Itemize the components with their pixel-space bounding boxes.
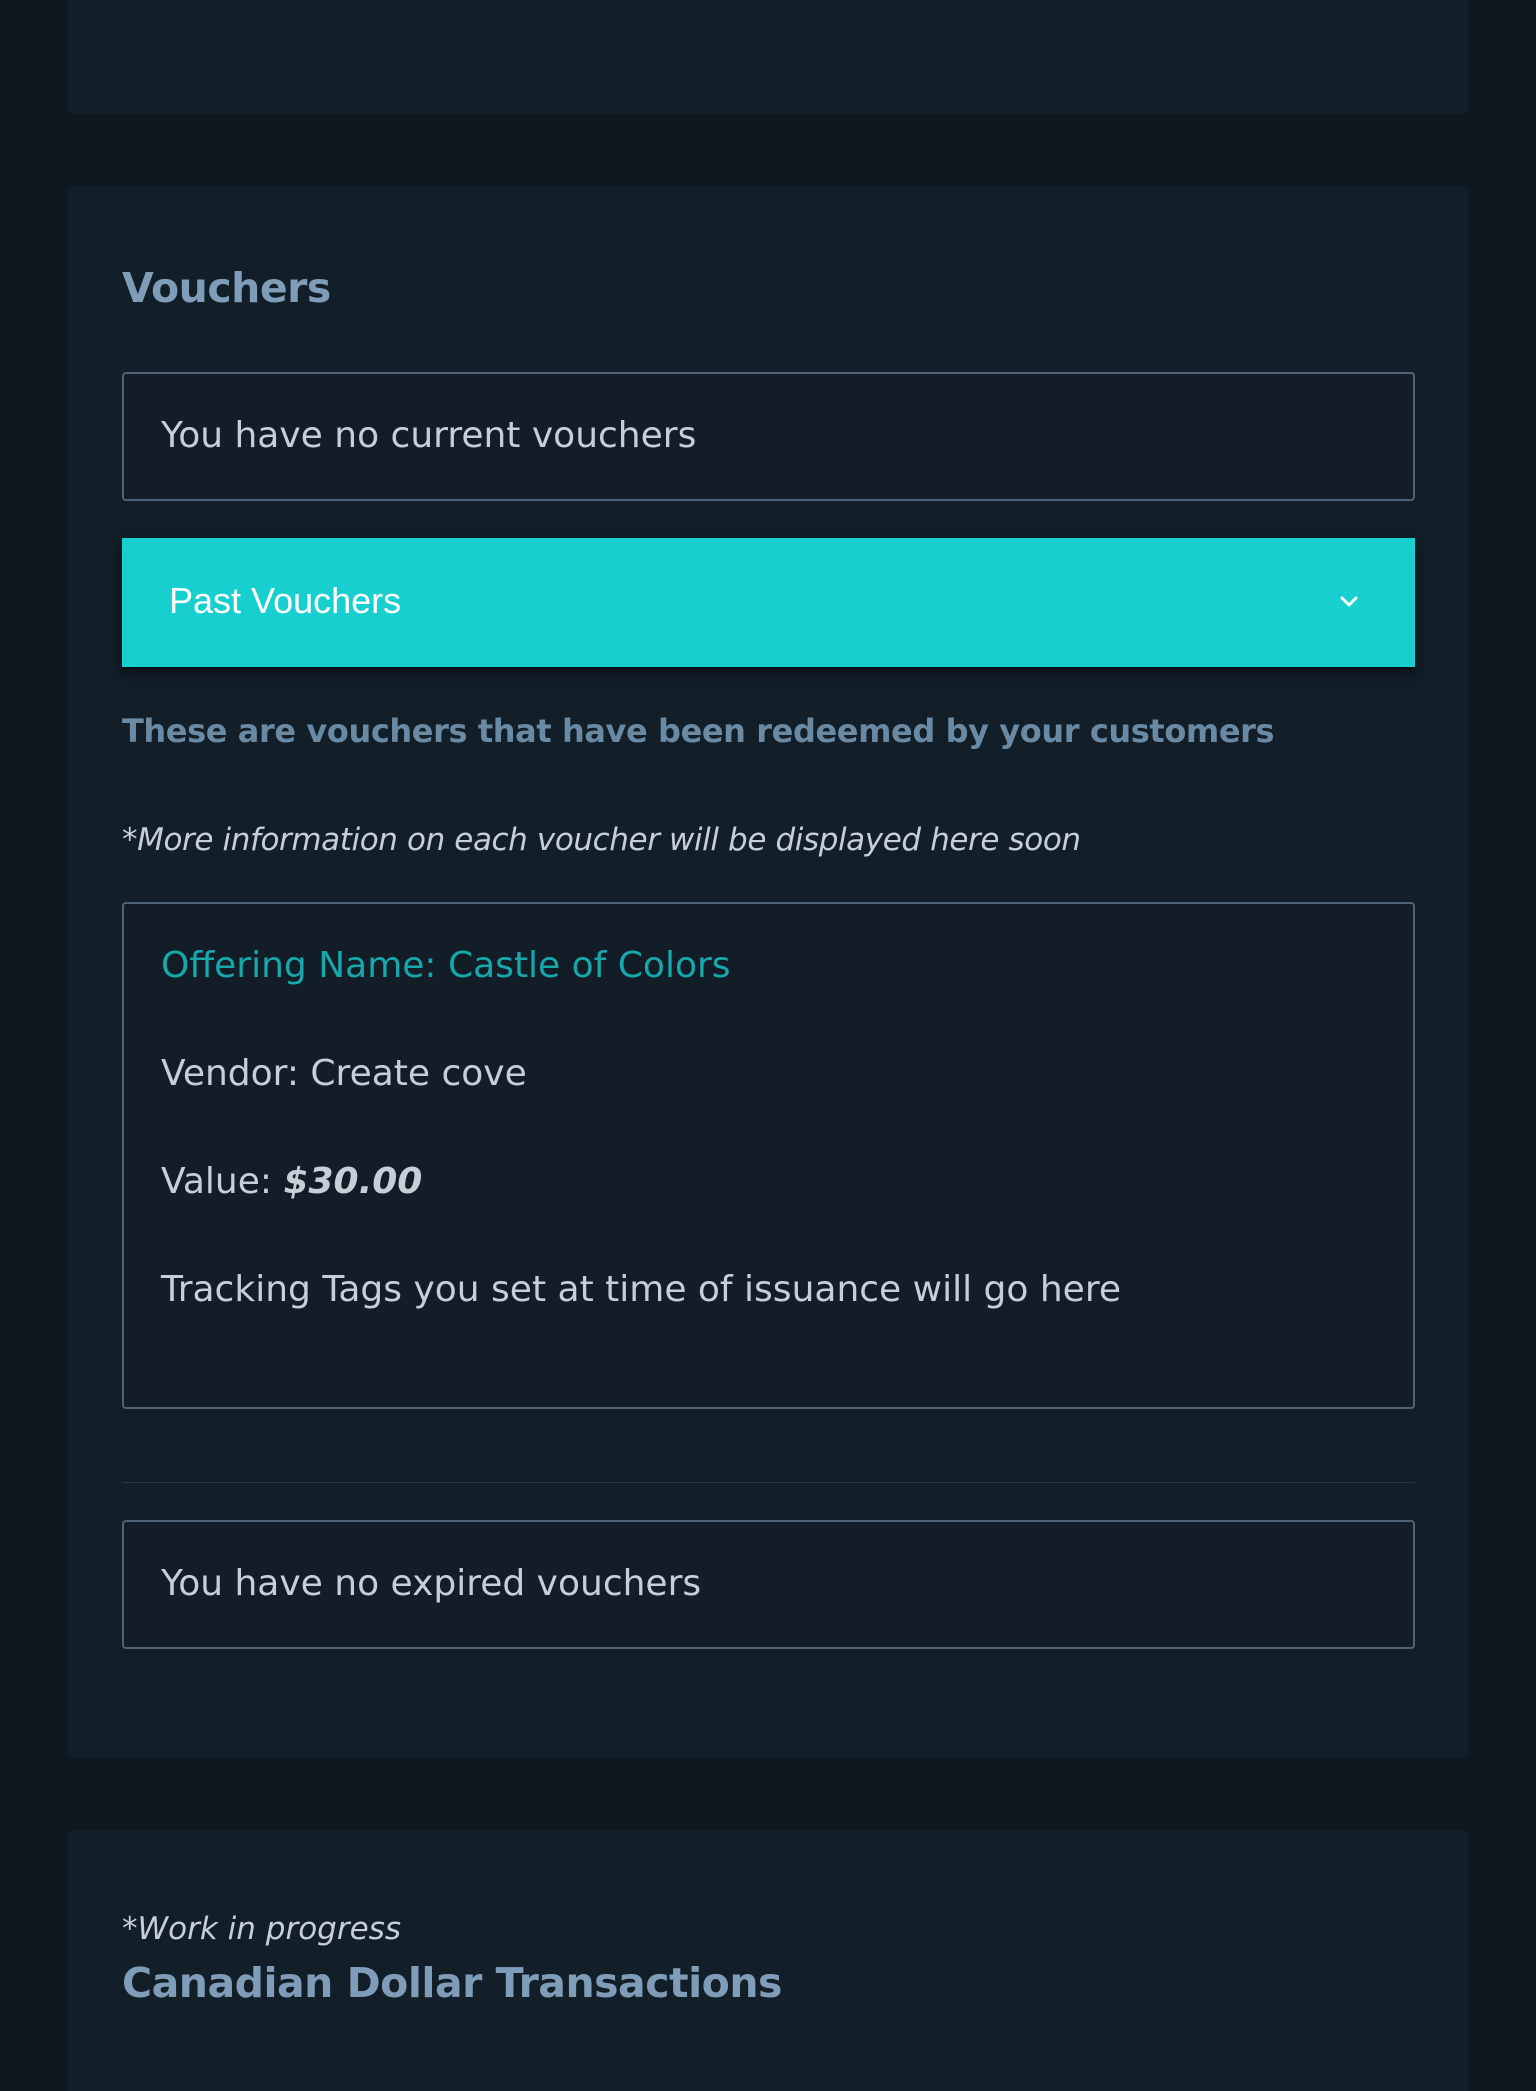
offering-name-value: Castle of Colors (447, 945, 731, 986)
value-label: Value: (161, 1161, 284, 1202)
current-vouchers-empty-text: You have no current vouchers (161, 415, 697, 456)
value-amount: $30.00 (283, 1161, 423, 1202)
past-vouchers-description: These are vouchers that have been redeem… (122, 712, 1275, 750)
past-vouchers-label: Past Vouchers (169, 580, 402, 621)
past-vouchers-toggle[interactable]: Past Vouchers (122, 538, 1415, 667)
current-vouchers-box: You have no current vouchers (122, 372, 1415, 501)
value-line: Value: $30.00 (161, 1164, 422, 1200)
vouchers-title: Vouchers (122, 264, 331, 312)
work-in-progress-note: *Work in progress (122, 1911, 401, 1947)
vendor-label: Vendor: (161, 1053, 311, 1094)
vendor-line: Vendor: Create cove (161, 1056, 527, 1092)
offering-name-label: Offering Name: (161, 945, 448, 986)
offering-name-line: Offering Name: Castle of Colors (161, 948, 731, 984)
cad-transactions-title: Canadian Dollar Transactions (122, 1959, 782, 2007)
voucher-item: Offering Name: Castle of Colors Vendor: … (122, 902, 1415, 1409)
expired-vouchers-box: You have no expired vouchers (122, 1520, 1415, 1649)
past-vouchers-note: *More information on each voucher will b… (122, 822, 1081, 858)
section-divider (122, 1482, 1415, 1483)
tracking-tags-text: Tracking Tags you set at time of issuanc… (161, 1269, 1121, 1310)
previous-section-card (68, 0, 1468, 113)
chevron-down-icon (1340, 596, 1358, 607)
vendor-value: Create cove (310, 1053, 527, 1094)
expired-vouchers-empty-text: You have no expired vouchers (161, 1563, 702, 1604)
cad-transactions-card: *Work in progress Canadian Dollar Transa… (68, 1831, 1468, 2091)
vouchers-card: Vouchers You have no current vouchers Pa… (68, 186, 1468, 1758)
